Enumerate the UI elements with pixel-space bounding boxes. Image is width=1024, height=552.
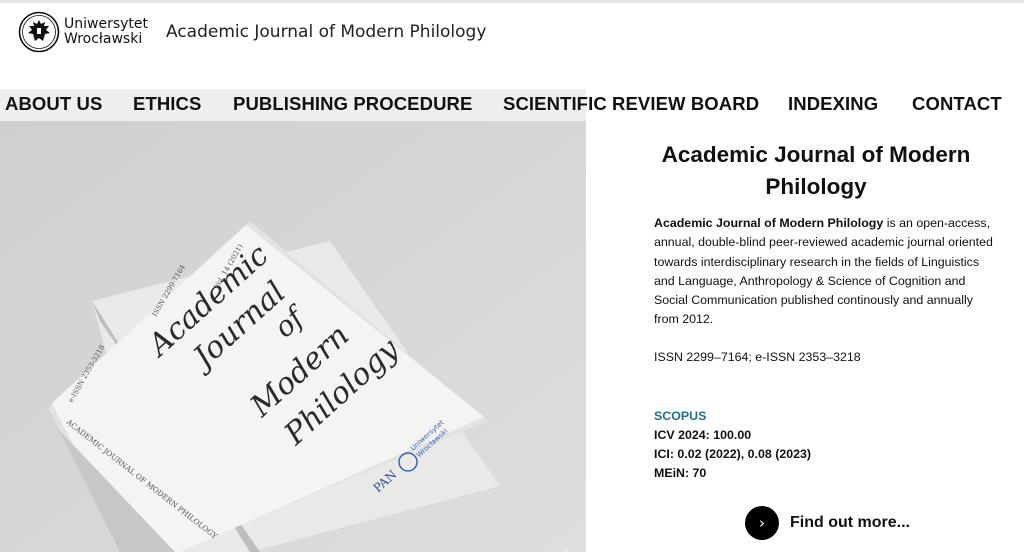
nav-item-ethics[interactable]: ETHICS <box>133 93 201 115</box>
main-nav: ABOUT US ETHICS PUBLISHING PROCEDURE SCI… <box>0 89 1024 121</box>
find-out-more-label: Find out more... <box>790 514 910 531</box>
nav-item-indexing[interactable]: INDEXING <box>788 93 878 115</box>
journal-description-text: is an open-access, annual, double-blind … <box>654 216 993 327</box>
journal-info-panel: Academic Journal of Modern Philology Aca… <box>586 121 1024 552</box>
site-header: Uniwersytet Wrocławski Academic Journal … <box>0 3 1024 63</box>
mein-metric: MEiN: 70 <box>654 466 707 480</box>
find-out-more-button[interactable]: › Find out more... <box>745 506 910 540</box>
hero-slider: Academic Journal of Modern Philology ISS… <box>0 121 586 552</box>
logo-line-1: Uniwersytet <box>64 16 148 32</box>
university-logo[interactable]: Uniwersytet Wrocławski <box>18 11 148 53</box>
journal-cover-image: Academic Journal of Modern Philology ISS… <box>0 121 586 552</box>
chevron-right-icon: › <box>745 506 779 540</box>
nav-item-contact[interactable]: CONTACT <box>912 93 1002 115</box>
icv-metric: ICV 2024: 100.00 <box>654 428 752 442</box>
nav-item-about-us[interactable]: ABOUT US <box>5 93 102 115</box>
slider-next-arrow-icon[interactable]: › <box>562 541 569 552</box>
nav-item-publishing-procedure[interactable]: PUBLISHING PROCEDURE <box>233 93 472 115</box>
site-title-link[interactable]: Academic Journal of Modern Philology <box>166 22 486 42</box>
scopus-link[interactable]: SCOPUS <box>654 409 706 423</box>
logo-text: Uniwersytet Wrocławski <box>64 17 148 47</box>
eagle-emblem-icon <box>18 11 60 53</box>
nav-item-scientific-review-board[interactable]: SCIENTIFIC REVIEW BOARD <box>503 93 759 115</box>
ici-metric: ICI: 0.02 (2022), 0.08 (2023) <box>654 447 812 461</box>
journal-title: Academic Journal of Modern Philology <box>661 142 971 199</box>
logo-line-2: Wrocławski <box>64 31 143 47</box>
issn-text: ISSN 2299–7164; e-ISSN 2353–3218 <box>654 350 861 364</box>
journal-description: Academic Journal of Modern Philology is … <box>654 214 999 330</box>
journal-description-bold: Academic Journal of Modern Philology <box>654 216 884 230</box>
